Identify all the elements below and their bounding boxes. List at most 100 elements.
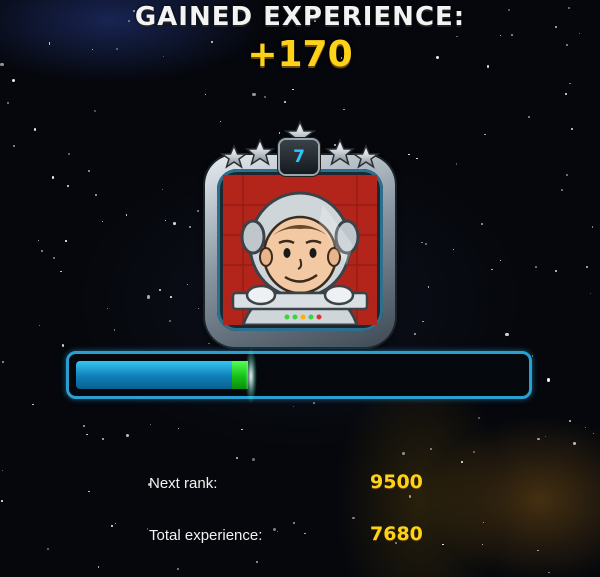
background-star — [165, 219, 167, 222]
background-star — [292, 88, 294, 91]
background-star — [37, 240, 39, 242]
experience-previous-fill — [76, 361, 233, 389]
background-star — [535, 266, 537, 268]
background-star — [68, 153, 71, 155]
star-icon — [244, 138, 276, 166]
background-star — [408, 494, 412, 498]
background-star — [172, 221, 176, 225]
background-star — [2, 470, 4, 472]
background-star — [113, 329, 116, 331]
background-star — [2, 361, 4, 363]
background-star — [13, 144, 16, 147]
background-star — [252, 92, 256, 96]
background-star — [177, 427, 179, 429]
background-star — [545, 435, 547, 438]
background-star — [6, 101, 9, 104]
star-icon — [324, 138, 356, 166]
background-star — [197, 307, 199, 310]
background-star — [251, 458, 255, 461]
background-star — [571, 128, 573, 130]
background-star — [547, 378, 551, 382]
background-star — [38, 324, 41, 326]
experience-progress-bar — [66, 348, 532, 404]
background-star — [67, 184, 70, 187]
background-star — [481, 222, 484, 225]
background-star — [101, 220, 104, 223]
star-icon — [219, 144, 249, 169]
background-star — [442, 543, 444, 546]
background-star — [427, 286, 429, 288]
gained-experience-title: GAINED EXPERIENCE: — [134, 2, 466, 32]
background-star — [33, 128, 37, 131]
background-star — [491, 268, 493, 271]
background-star — [1, 499, 3, 502]
background-star — [425, 242, 428, 245]
background-star — [416, 157, 418, 159]
background-star — [592, 432, 594, 434]
background-star — [352, 516, 355, 520]
background-star — [461, 461, 464, 464]
background-star — [196, 210, 200, 213]
background-star — [499, 259, 502, 262]
next-rank-label: Next rank: — [149, 475, 218, 492]
background-star — [86, 433, 88, 435]
background-star — [342, 108, 345, 111]
astronaut-icon — [223, 175, 377, 325]
background-star — [46, 548, 49, 551]
background-star — [94, 194, 97, 197]
gained-experience-amount: +170 — [247, 34, 353, 75]
star-icon — [351, 144, 381, 169]
background-star — [484, 133, 486, 135]
background-star — [170, 296, 172, 298]
background-star — [158, 289, 161, 292]
background-star — [537, 550, 539, 552]
background-star — [452, 248, 455, 251]
total-experience-value: 7680 — [370, 523, 423, 545]
background-star — [97, 566, 100, 568]
background-star — [150, 423, 152, 425]
experience-progress-track — [76, 361, 522, 389]
total-experience-label: Total experience: — [149, 527, 263, 544]
rank-level-badge: 7 — [280, 140, 318, 174]
background-star — [51, 176, 54, 179]
experience-screen: GAINED EXPERIENCE: +170 7 Next rank: 950… — [0, 0, 600, 577]
background-star — [548, 571, 550, 574]
background-star — [564, 92, 567, 95]
background-star — [82, 425, 85, 428]
background-star — [414, 333, 417, 336]
background-star — [273, 527, 277, 532]
background-star — [102, 438, 104, 440]
background-star — [126, 433, 130, 438]
background-star — [422, 320, 424, 322]
background-star — [482, 521, 485, 524]
background-star — [482, 543, 484, 546]
next-rank-value: 9500 — [370, 471, 423, 493]
background-star — [586, 265, 589, 268]
background-star — [478, 417, 481, 419]
background-star — [569, 82, 571, 85]
background-star — [591, 226, 594, 228]
background-star — [584, 426, 587, 429]
background-star — [115, 522, 117, 524]
background-star — [106, 308, 108, 310]
background-star — [276, 530, 279, 533]
background-star — [186, 283, 189, 286]
background-star — [554, 269, 557, 272]
background-star — [505, 332, 509, 337]
background-star — [589, 292, 592, 295]
background-star — [93, 109, 96, 112]
background-star — [240, 428, 243, 431]
background-star — [569, 420, 571, 422]
progress-glow-marker — [243, 348, 258, 404]
background-star — [455, 163, 457, 165]
background-star — [537, 437, 540, 441]
background-star — [473, 451, 476, 454]
background-star — [188, 226, 191, 229]
background-star — [146, 295, 150, 299]
background-star — [162, 188, 164, 191]
background-star — [561, 189, 564, 192]
background-star — [146, 527, 149, 530]
background-star — [88, 490, 90, 493]
background-star — [41, 250, 43, 252]
background-star — [532, 355, 534, 357]
